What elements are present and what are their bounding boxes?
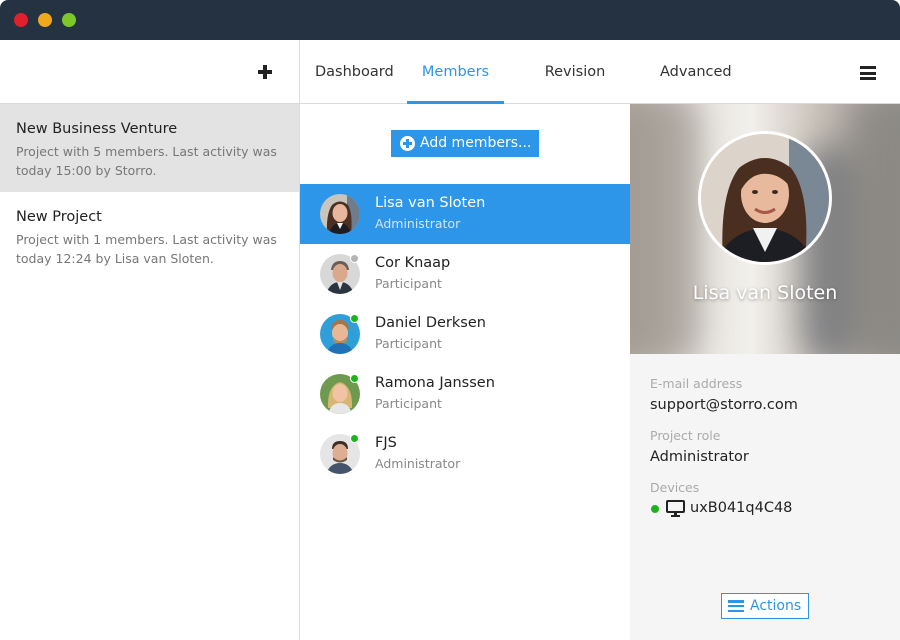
device-name[interactable]: uxB041q4C48 <box>690 500 792 516</box>
add-members-button[interactable]: Add members... <box>391 130 539 157</box>
profile-name: Lisa van Sloten <box>692 282 838 304</box>
role-label: Project role <box>650 428 721 443</box>
actions-button[interactable]: Actions <box>721 593 809 619</box>
project-description-line: today 12:24 by Lisa van Sloten. <box>16 251 214 266</box>
project-description: Project with 5 members. Last activity wa… <box>16 142 283 180</box>
project-item[interactable]: New Project Project with 1 members. Last… <box>0 192 299 280</box>
project-item[interactable]: New Business Venture Project with 5 memb… <box>0 104 299 192</box>
sidebar-header <box>0 40 299 104</box>
project-title: New Project <box>16 209 102 225</box>
monitor-icon <box>666 500 685 517</box>
member-row[interactable]: Cor Knaap Participant <box>300 244 630 304</box>
actions-label: Actions <box>750 597 802 614</box>
member-row[interactable]: Ramona Janssen Participant <box>300 364 630 424</box>
project-description: Project with 1 members. Last activity wa… <box>16 230 283 268</box>
tab-dashboard[interactable]: Dashboard <box>315 40 394 104</box>
member-role: Administrator <box>375 216 461 231</box>
online-status-icon <box>350 374 359 383</box>
member-name: Daniel Derksen <box>375 315 486 331</box>
member-row[interactable]: Daniel Derksen Participant <box>300 304 630 364</box>
profile-photo <box>698 131 832 265</box>
member-role: Participant <box>375 276 442 291</box>
project-title: New Business Venture <box>16 121 178 137</box>
project-tabs: Dashboard Members Revision control Advan… <box>300 40 900 144</box>
avatar <box>320 194 360 234</box>
email-label: E-mail address <box>650 376 743 391</box>
project-description-line: today 15:00 by Storro. <box>16 163 157 178</box>
maximize-window-button[interactable] <box>62 13 76 27</box>
menu-icon[interactable] <box>860 66 876 80</box>
add-project-icon[interactable] <box>257 60 273 82</box>
tab-members[interactable]: Members <box>407 40 504 105</box>
member-role: Participant <box>375 336 442 351</box>
member-row[interactable]: Lisa van Sloten Administrator <box>300 184 630 244</box>
member-row[interactable]: FJS Administrator <box>300 424 630 484</box>
member-name: FJS <box>375 435 397 451</box>
project-description-line: Project with 1 members. Last activity wa… <box>16 232 277 247</box>
project-sidebar: New Business Venture Project with 5 memb… <box>0 40 300 640</box>
member-name: Ramona Janssen <box>375 375 495 391</box>
online-status-icon <box>350 314 359 323</box>
add-members-label: Add members... <box>420 135 532 151</box>
device-online-icon <box>651 505 659 513</box>
member-name: Lisa van Sloten <box>375 195 486 211</box>
offline-status-icon <box>350 254 359 263</box>
list-icon <box>728 600 744 612</box>
email-value: support@storro.com <box>650 397 798 413</box>
profile-header: Lisa van Sloten <box>630 104 900 354</box>
project-description-line: Project with 5 members. Last activity wa… <box>16 144 277 159</box>
member-role: Participant <box>375 396 442 411</box>
member-detail-panel: Lisa van Sloten E-mail address support@s… <box>630 104 900 640</box>
tab-revision-control[interactable]: Revision control <box>519 40 631 144</box>
members-list: Add members... Lisa van Sloten Administr… <box>300 104 630 640</box>
window-titlebar <box>0 0 900 40</box>
member-name: Cor Knaap <box>375 255 451 271</box>
minimize-window-button[interactable] <box>38 13 52 27</box>
tab-advanced[interactable]: Advanced <box>660 40 732 104</box>
plus-circle-icon <box>400 136 415 151</box>
close-window-button[interactable] <box>14 13 28 27</box>
online-status-icon <box>350 434 359 443</box>
member-role: Administrator <box>375 456 461 471</box>
devices-label: Devices <box>650 480 700 495</box>
role-value: Administrator <box>650 449 749 465</box>
